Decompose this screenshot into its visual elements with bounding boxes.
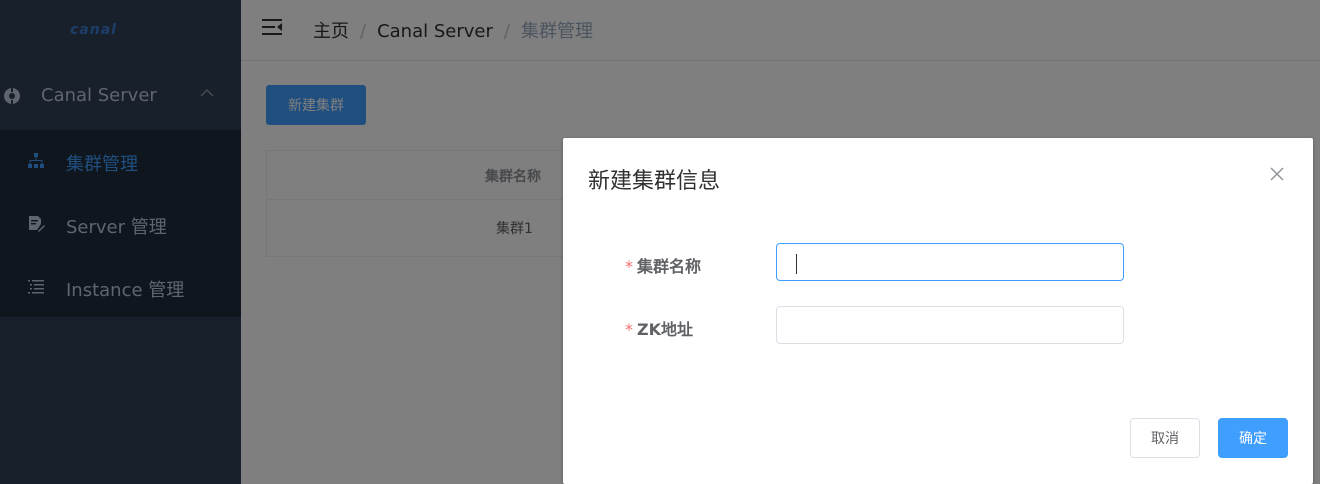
confirm-button[interactable]: 确定	[1218, 418, 1288, 458]
zk-address-input[interactable]	[776, 306, 1124, 344]
cluster-name-label-text: 集群名称	[637, 257, 702, 276]
required-mark: *	[625, 320, 633, 339]
zk-address-label-text: ZK地址	[637, 320, 694, 339]
text-caret	[796, 254, 797, 274]
required-mark: *	[625, 257, 633, 276]
create-cluster-dialog: 新建集群信息 * 集群名称 * ZK地址 取消 确定	[563, 138, 1313, 484]
cluster-name-input[interactable]	[776, 243, 1124, 281]
cancel-button[interactable]: 取消	[1130, 418, 1200, 458]
dialog-title: 新建集群信息	[588, 169, 721, 194]
close-icon[interactable]	[1269, 166, 1285, 182]
cluster-name-label: * 集群名称	[625, 253, 701, 277]
zk-address-label: * ZK地址	[625, 316, 693, 340]
